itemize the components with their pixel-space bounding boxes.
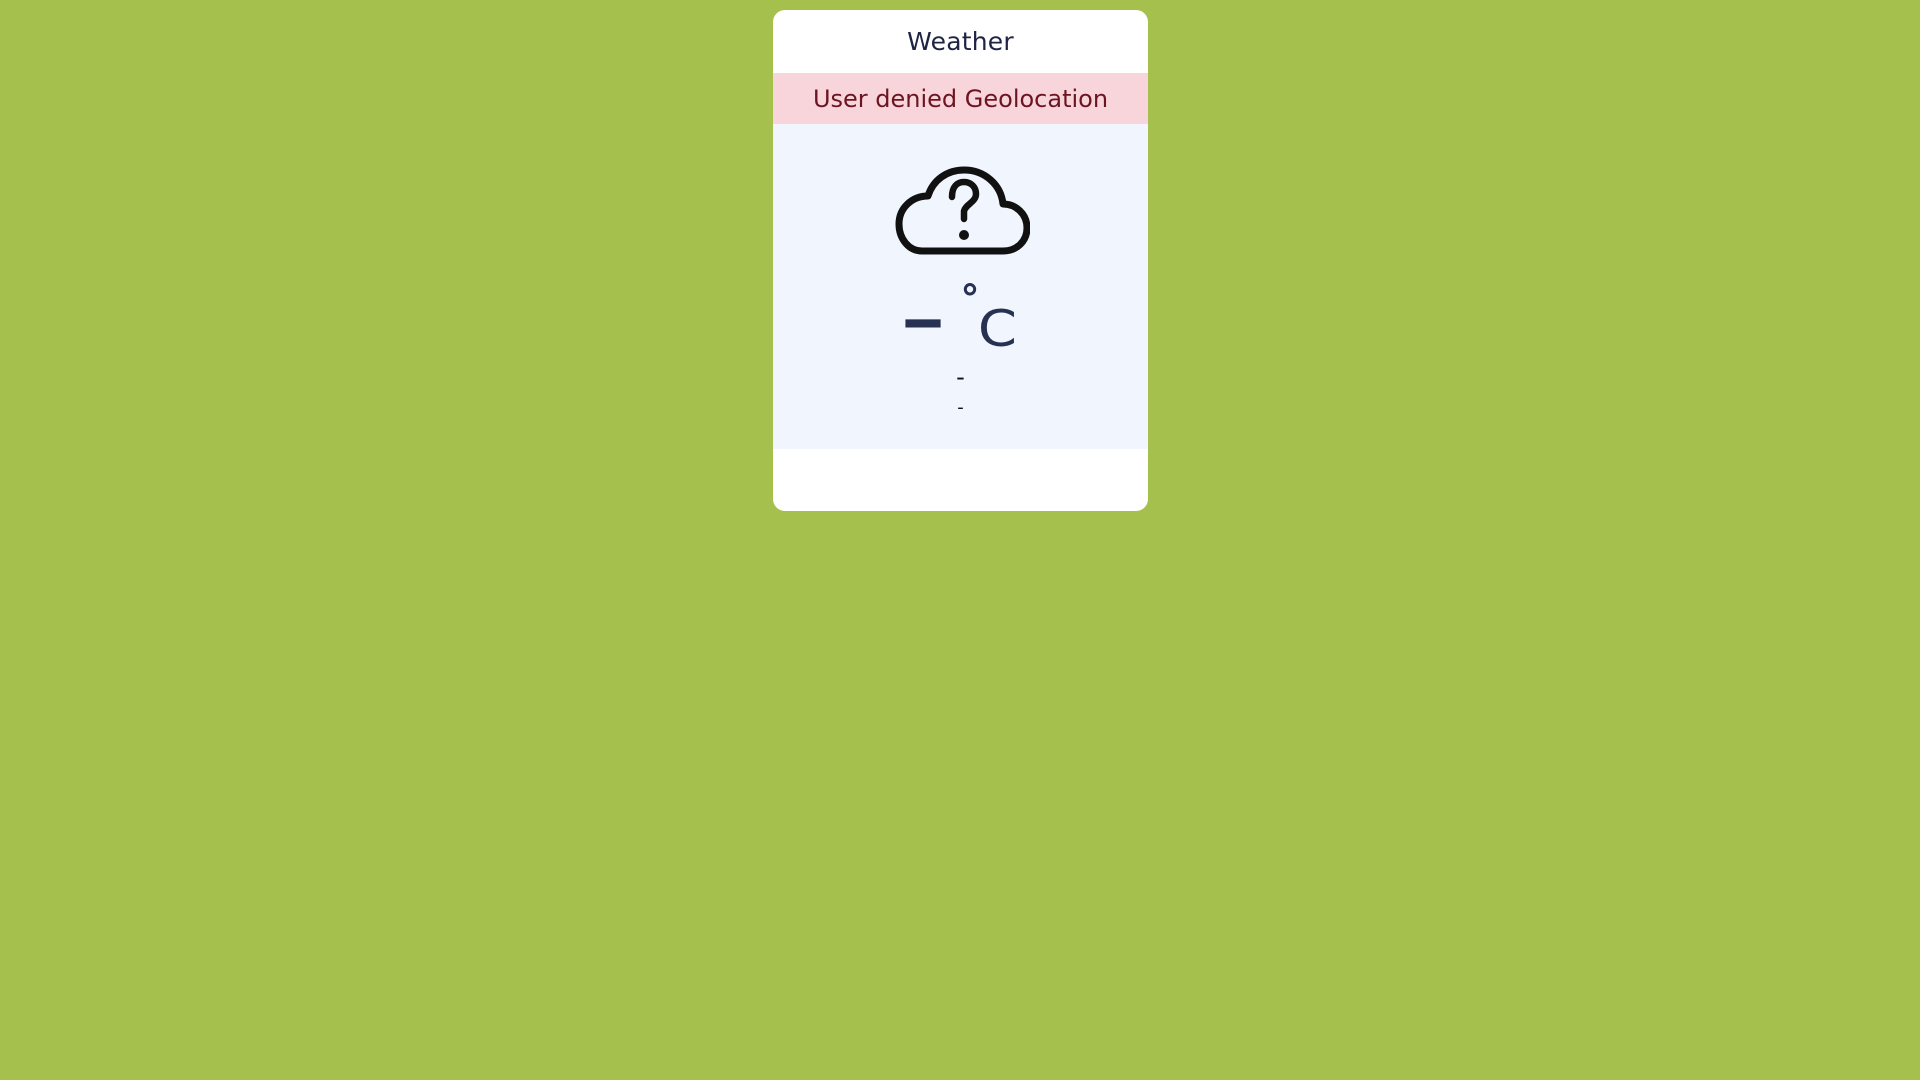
weather-location: - (957, 397, 964, 418)
temperature-unit: C (977, 300, 1017, 358)
weather-card: Weather User denied Geolocation – ° C - … (773, 10, 1148, 511)
geolocation-error-alert: User denied Geolocation (773, 73, 1148, 124)
alert-message: User denied Geolocation (812, 84, 1109, 113)
weather-content: – ° C - - (773, 124, 1148, 449)
widget-title: Weather (907, 27, 1014, 56)
cloud-question-icon (894, 160, 1031, 255)
weather-condition: - (956, 363, 965, 391)
temperature-display: – ° C (773, 280, 1148, 357)
temperature-value: – (900, 283, 945, 357)
temperature-degree-symbol: ° (960, 277, 980, 321)
